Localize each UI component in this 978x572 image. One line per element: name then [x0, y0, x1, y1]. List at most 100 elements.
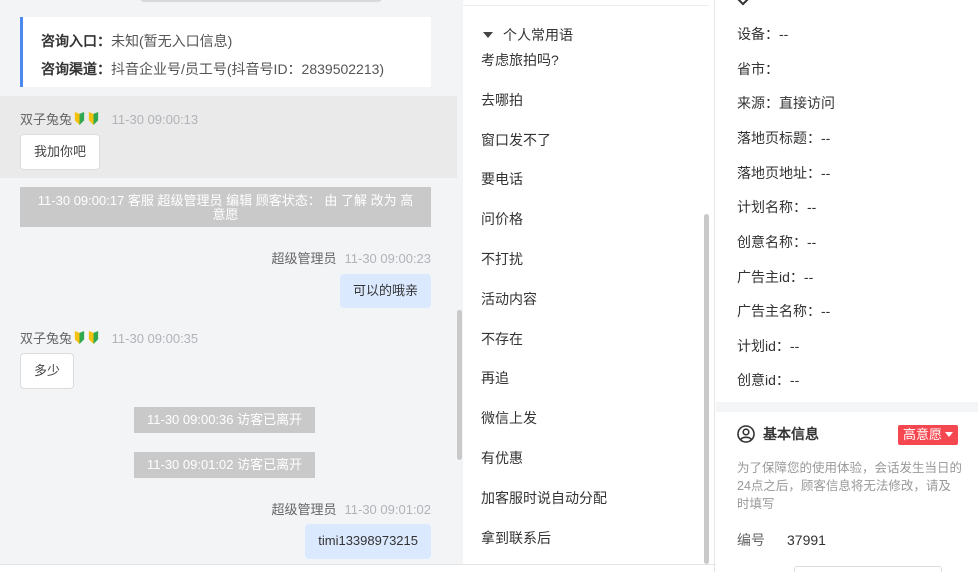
phrase-item[interactable]: 微信上发	[481, 408, 691, 448]
agent-name: 超级管理员	[271, 251, 337, 266]
channel-row: 咨询渠道：抖音企业号/员工号(抖音号ID：2839502213)	[41, 55, 431, 83]
agent-message-bubble[interactable]: 可以的哦亲	[339, 274, 431, 308]
phrase-list: 考虑旅拍吗? 去哪拍 窗口发不了 要电话 问价格 不打扰 活动内容 不存在 再追…	[481, 50, 691, 564]
visitor-message-bubble[interactable]: 多少	[20, 353, 75, 389]
phrase-item[interactable]: 不打扰	[481, 249, 691, 289]
message-time: 11-30 09:01:02	[344, 502, 432, 517]
message-time: 11-30 09:00:13	[111, 112, 199, 127]
info-label: 计划名称：	[737, 199, 807, 215]
info-value: 直接访问	[779, 95, 835, 111]
info-label: 创意名称：	[737, 234, 807, 250]
chat-scrollbar[interactable]	[457, 310, 462, 460]
basic-info-title: 基本信息	[763, 426, 819, 442]
info-label: 创意id：	[737, 372, 790, 388]
info-row-advertiser-id: 广告主id：--	[737, 267, 813, 287]
intent-level-label: 高意愿	[903, 427, 943, 442]
id-value: 37991	[787, 532, 826, 548]
column-divider	[714, 0, 715, 572]
beginner-leaf-icon	[74, 331, 85, 344]
info-value: --	[789, 372, 800, 388]
info-row-source: 来源：直接访问	[737, 93, 835, 113]
user-circle-icon	[737, 425, 755, 443]
app-root: 咨询入口：未知(暂无入口信息) 咨询渠道：抖音企业号/员工号(抖音号ID：283…	[0, 0, 978, 572]
beginner-leaf-icon	[88, 112, 99, 125]
info-row-plan-name: 计划名称：--	[737, 197, 816, 217]
beginner-leaf-icon	[74, 112, 85, 125]
info-label: 计划id：	[737, 338, 790, 354]
info-row-landing-url: 落地页地址：--	[737, 163, 830, 183]
section-separator	[716, 402, 978, 412]
info-label: 广告主id：	[737, 269, 804, 285]
phrase-item[interactable]: 拿到联系后	[481, 528, 691, 564]
entry-value: 未知(暂无入口信息)	[111, 33, 233, 49]
basic-info-header: 基本信息	[737, 424, 819, 444]
phrase-item[interactable]: 考虑旅拍吗?	[481, 50, 691, 90]
channel-value: 抖音企业号/员工号(抖音号ID：2839502213)	[111, 61, 385, 77]
info-row-creative-id: 创意id：--	[737, 370, 799, 390]
info-label: 省市：	[737, 61, 779, 77]
info-row-creative-name: 创意名称：--	[737, 232, 816, 252]
customer-id-row: 编号 37991	[737, 530, 826, 550]
bottom-divider	[0, 564, 716, 565]
entry-row: 咨询入口：未知(暂无入口信息)	[41, 27, 431, 55]
system-status-notice: 11-30 09:00:17 客服 超级管理员 编辑 顾客状态： 由 了解 改为…	[20, 187, 431, 227]
message-time: 11-30 09:00:23	[344, 251, 432, 266]
info-row-province: 省市：	[737, 59, 779, 79]
info-label: 来源：	[737, 95, 779, 111]
caret-down-icon[interactable]	[483, 32, 493, 38]
phrase-item[interactable]: 加客服时说自动分配	[481, 488, 691, 528]
info-value: --	[789, 338, 800, 354]
intent-level-dropdown[interactable]: 高意愿	[898, 425, 959, 445]
phrase-item[interactable]: 不存在	[481, 329, 691, 369]
visitor-name: 双子兔兔	[20, 331, 73, 346]
agent-message-bubble[interactable]: timi13398973215	[305, 524, 431, 559]
quick-phrases-panel[interactable]: 个人常用语 考虑旅拍吗? 去哪拍 窗口发不了 要电话 问价格 不打扰 活动内容 …	[463, 0, 715, 564]
id-label: 编号	[737, 532, 765, 548]
info-label: 广告主名称：	[737, 303, 821, 319]
phrase-item[interactable]: 要电话	[481, 169, 691, 209]
phrase-item[interactable]: 窗口发不了	[481, 130, 691, 170]
info-row-advertiser-name: 广告主名称：--	[737, 301, 830, 321]
caret-down-icon	[945, 432, 954, 437]
phrase-item[interactable]: 再追	[481, 368, 691, 408]
next-field-input[interactable]	[794, 566, 942, 572]
collapsed-section-icon	[734, 0, 752, 6]
phrase-group-title: 个人常用语	[503, 27, 573, 43]
visitor-name: 双子兔兔	[20, 112, 73, 127]
info-label: 落地页标题：	[737, 130, 821, 146]
agent-sender-line: 超级管理员 11-30 09:00:23	[271, 248, 431, 267]
entry-info-card: 咨询入口：未知(暂无入口信息) 咨询渠道：抖音企业号/员工号(抖音号ID：283…	[20, 17, 431, 87]
system-left-notice: 11-30 09:00:36 访客已离开	[134, 407, 316, 433]
phrases-scrollbar[interactable]	[704, 214, 709, 564]
info-value: --	[821, 303, 831, 319]
message-time: 11-30 09:00:35	[111, 331, 199, 346]
info-value: --	[821, 130, 831, 146]
phrase-group-header[interactable]: 个人常用语	[483, 25, 573, 45]
visitor-sender-line: 双子兔兔 11-30 09:00:35	[20, 328, 198, 347]
system-left-notice: 11-30 09:01:02 访客已离开	[134, 452, 316, 478]
chat-panel[interactable]: 咨询入口：未知(暂无入口信息) 咨询渠道：抖音企业号/员工号(抖音号ID：283…	[0, 0, 463, 564]
info-label: 落地页地址：	[737, 165, 821, 181]
agent-name: 超级管理员	[271, 502, 337, 517]
info-value: --	[807, 234, 817, 250]
info-row-landing-title: 落地页标题：--	[737, 128, 830, 148]
info-row-device: 设备：--	[737, 24, 788, 44]
beginner-leaf-icon	[88, 331, 99, 344]
phrases-top-divider	[463, 5, 709, 6]
phrase-item[interactable]: 活动内容	[481, 289, 691, 329]
phrase-item[interactable]: 问价格	[481, 209, 691, 249]
info-value: --	[821, 165, 831, 181]
phrase-item[interactable]: 有优惠	[481, 448, 691, 488]
info-value: --	[807, 199, 817, 215]
entry-label: 咨询入口：	[41, 33, 111, 49]
channel-label: 咨询渠道：	[41, 61, 111, 77]
info-row-plan-id: 计划id：--	[737, 336, 799, 356]
info-label: 设备：	[737, 26, 779, 42]
edit-deadline-notice: 为了保障您的使用体验，会话发生当日的24点之后，顾客信息将无法修改，请及时填写	[737, 461, 963, 511]
info-value: --	[803, 269, 814, 285]
agent-sender-line: 超级管理员 11-30 09:01:02	[271, 499, 431, 518]
previous-message-stub	[140, 0, 382, 2]
phrase-item[interactable]: 去哪拍	[481, 90, 691, 130]
info-value: --	[779, 26, 789, 42]
visitor-message-bubble[interactable]: 我加你吧	[20, 134, 101, 170]
